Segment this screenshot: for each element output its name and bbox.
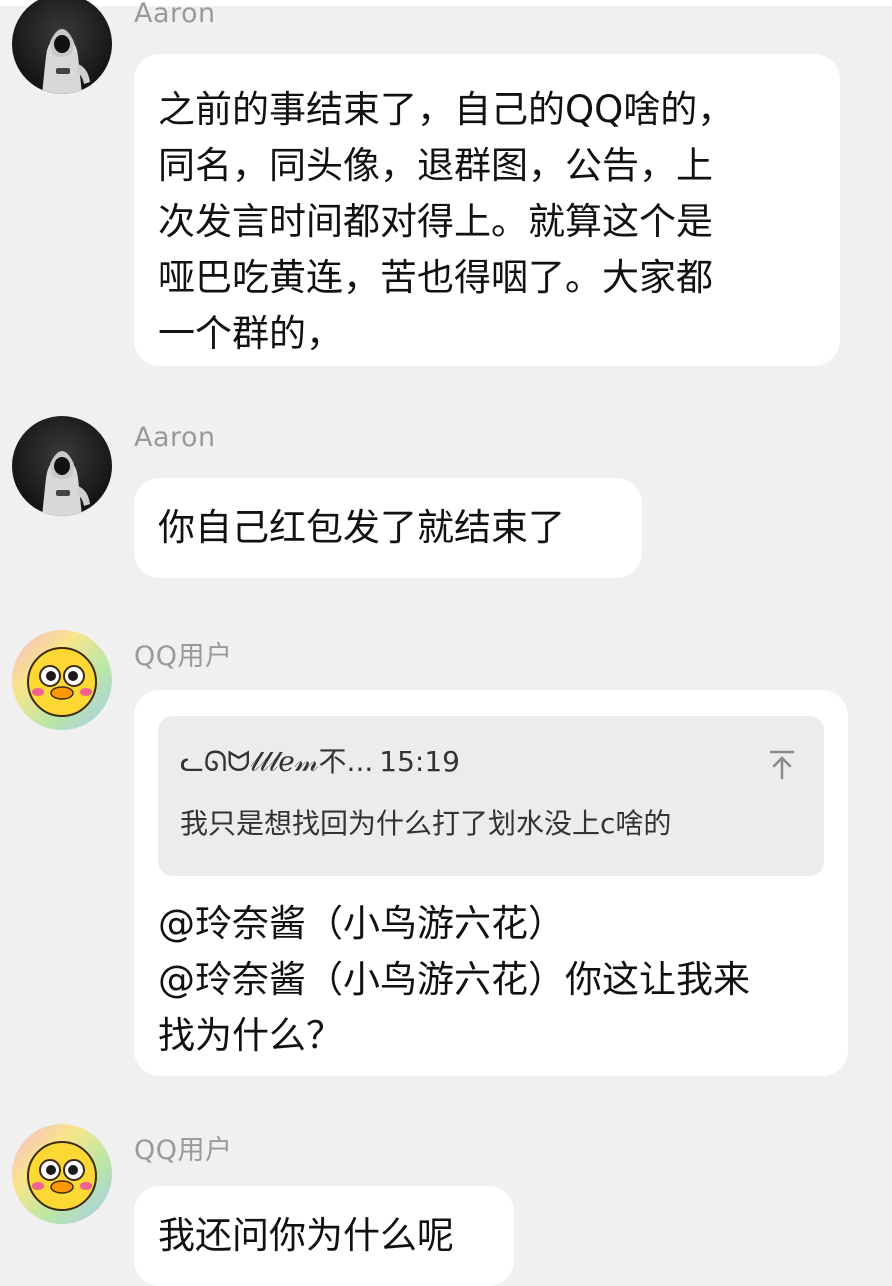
sender-name: QQ用户 xyxy=(134,641,233,672)
message-text: 我还问你为什么呢 xyxy=(158,1214,454,1257)
message-text: 你自己红包发了就结束了 xyxy=(158,506,565,549)
message-bubble[interactable]: 你自己红包发了就结束了 xyxy=(134,478,642,578)
sender-name: QQ用户 xyxy=(134,1135,233,1166)
message-bubble[interactable]: 之前的事结束了，自己的QQ啥的， 同名，同头像，退群图，公告，上 次发言时间都对… xyxy=(134,54,840,366)
avatar[interactable] xyxy=(12,630,112,730)
message-bubble[interactable]: 我还问你为什么呢 xyxy=(134,1186,514,1286)
sender-name: Aaron xyxy=(134,422,216,453)
quote-time: 15:19 xyxy=(379,745,460,778)
quote-author: ᓚᘏᗢ𝓁𝓁𝓁ℯ𝓂不... xyxy=(180,745,374,778)
sender-name: Aaron xyxy=(134,0,216,29)
avatar[interactable] xyxy=(12,0,112,94)
quote-text: 我只是想找回为什么打了划水没上c啥的 xyxy=(180,807,672,840)
avatar[interactable] xyxy=(12,416,112,516)
message-text: 之前的事结束了，自己的QQ啥的， 同名，同头像，退群图，公告，上 次发言时间都对… xyxy=(158,88,735,355)
avatar[interactable] xyxy=(12,1124,112,1224)
quote-header: ᓚᘏᗢ𝓁𝓁𝓁ℯ𝓂不... 15:19 xyxy=(180,744,460,780)
message-text: @玲奈酱（小鸟游六花） @玲奈酱（小鸟游六花）你这让我来 找为什么？ xyxy=(158,902,750,1057)
quoted-message[interactable]: ᓚᘏᗢ𝓁𝓁𝓁ℯ𝓂不... 15:19 我只是想找回为什么打了划水没上c啥的 xyxy=(158,716,824,876)
jump-to-original-icon[interactable] xyxy=(764,742,800,780)
message-bubble[interactable]: ᓚᘏᗢ𝓁𝓁𝓁ℯ𝓂不... 15:19 我只是想找回为什么打了划水没上c啥的 @玲奈… xyxy=(134,690,848,1076)
